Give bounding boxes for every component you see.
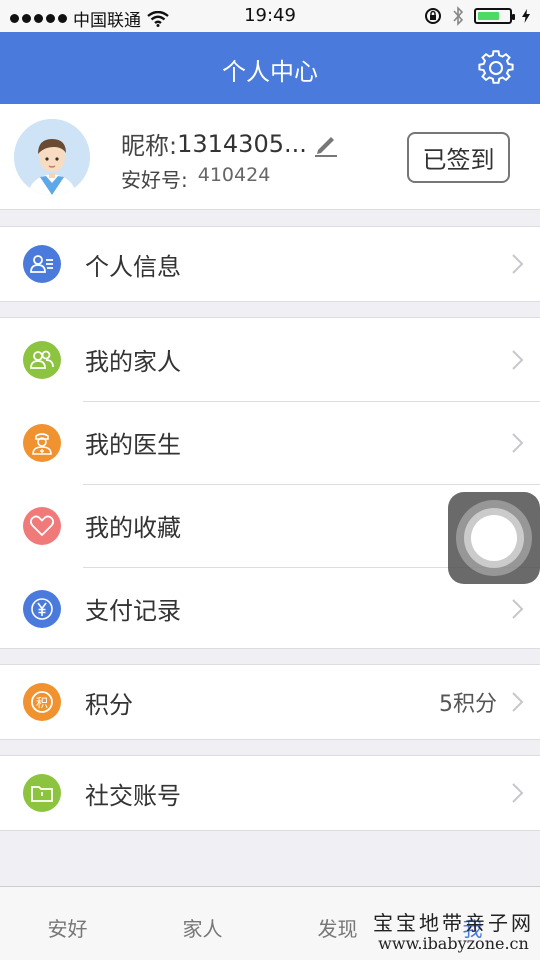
chevron-right-icon [512,598,524,619]
menu-item-my-doctor[interactable]: 我的医生 [0,401,540,484]
id-row: 安好号: 410424 [121,164,270,193]
chevron-right-icon [512,254,524,274]
avatar[interactable] [14,119,90,195]
id-value: 410424 [197,164,271,186]
nav-bar: 个人中心 [0,32,540,104]
avatar-illustration [14,119,90,195]
watermark: 宝宝地带亲子网 www.ibabyzone.cn [373,912,534,953]
page-title: 个人中心 [222,58,318,86]
profile-card: 昵称: 1314305... 安好号: 410424 已签到 [0,104,540,210]
menu-label-my-favorites: 我的收藏 [85,514,181,542]
menu-item-my-family[interactable]: 我的家人 [0,318,540,401]
menu-label-my-doctor: 我的医生 [85,431,181,459]
tab-anhao[interactable]: 安好 [0,887,135,960]
nickname-row: 昵称: 1314305... [121,126,339,161]
menu-label-points: 积分 [85,690,133,719]
gear-icon[interactable] [478,50,514,86]
menu-item-personal-info[interactable]: 个人信息 [0,227,540,301]
points-value: 5积分 [439,692,497,717]
folder-icon [23,774,61,812]
status-right [424,6,530,26]
family-icon [23,340,61,379]
signin-button[interactable]: 已签到 [407,132,510,183]
group-personal-info: 个人信息 [0,226,540,302]
nickname-label: 昵称: [121,132,178,160]
menu-label-personal-info: 个人信息 [85,252,181,281]
group-points: 积 积分 5积分 [0,664,540,740]
tab-family[interactable]: 家人 [135,887,270,960]
menu-item-points[interactable]: 积 积分 5积分 [0,665,540,739]
group-family: 我的家人 我的医生 我的收藏 支付记录 [0,317,540,649]
menu-label-my-family: 我的家人 [85,348,181,376]
chevron-right-icon [512,783,524,803]
menu-item-social-accounts[interactable]: 社交账号 [0,756,540,830]
edit-pencil-icon[interactable] [313,131,339,157]
points-icon: 积 [23,683,61,721]
status-bar: 中国联通 19:49 [0,0,540,32]
orientation-lock-icon [425,8,441,24]
doctor-icon [23,423,61,462]
chevron-right-icon [512,692,524,712]
bluetooth-icon [453,6,464,26]
charging-icon [522,9,530,23]
watermark-line1: 宝宝地带亲子网 [373,911,534,935]
heart-icon [23,506,61,545]
id-label: 安好号: [121,168,188,192]
group-social: 社交账号 [0,755,540,831]
menu-label-social-accounts: 社交账号 [85,781,181,810]
chevron-right-icon [512,349,524,370]
yen-icon [23,589,61,628]
svg-text:积: 积 [36,696,48,710]
nickname-value: 1314305... [177,129,307,158]
chevron-right-icon [512,432,524,453]
id-card-icon [23,245,61,283]
battery-icon [474,8,515,24]
assistive-touch-button[interactable] [448,492,540,584]
watermark-line2: www.ibabyzone.cn [378,934,529,953]
menu-label-payment-records: 支付记录 [85,597,181,625]
